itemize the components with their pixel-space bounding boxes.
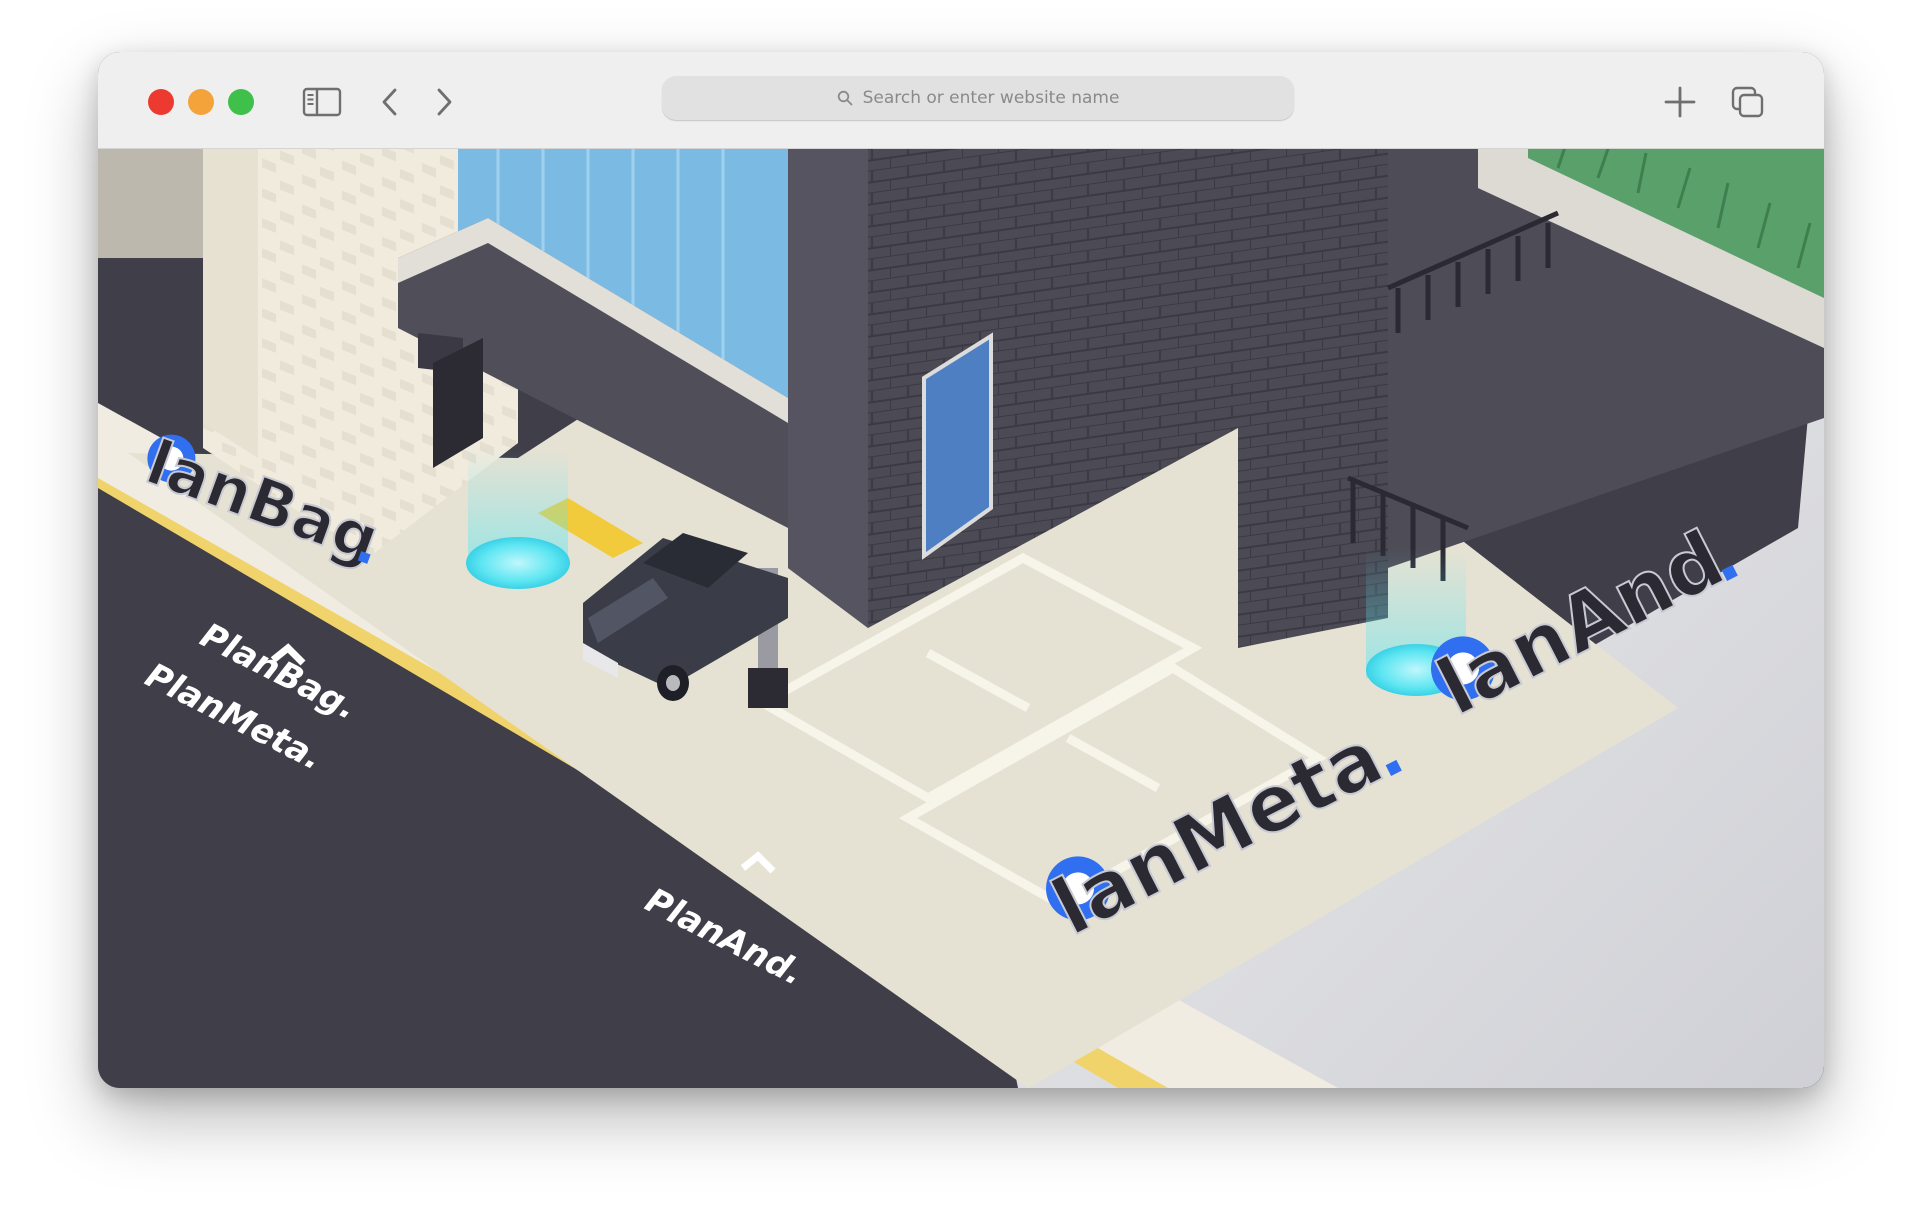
- browser-toolbar: Search or enter website name: [98, 52, 1824, 149]
- plus-icon: [1664, 86, 1696, 118]
- back-button[interactable]: [366, 76, 414, 128]
- back-chevron-icon: [382, 88, 397, 116]
- sidebar-toggle-button[interactable]: [298, 76, 346, 128]
- close-button[interactable]: [148, 89, 174, 115]
- sidebar-icon: [302, 87, 342, 117]
- new-tab-button[interactable]: [1656, 76, 1704, 128]
- far-building: [98, 148, 203, 258]
- minimize-button[interactable]: [188, 89, 214, 115]
- address-bar[interactable]: Search or enter website name: [662, 76, 1294, 120]
- portal-planbag: [466, 448, 570, 589]
- tabs-overview-icon: [1731, 86, 1764, 118]
- tab-overview-button[interactable]: [1724, 76, 1772, 128]
- forward-chevron-icon: [437, 88, 452, 116]
- browser-window: Search or enter website name lanBag lanM…: [98, 52, 1824, 1088]
- zoom-button[interactable]: [228, 89, 254, 115]
- planter-box: [748, 668, 788, 708]
- search-icon: [837, 90, 852, 106]
- address-placeholder: Search or enter website name: [862, 88, 1120, 108]
- forward-button[interactable]: [420, 76, 468, 128]
- isometric-street-scene: lanBag lanMeta lanAnd PlanBag. PlanMeta.…: [98, 148, 1824, 1088]
